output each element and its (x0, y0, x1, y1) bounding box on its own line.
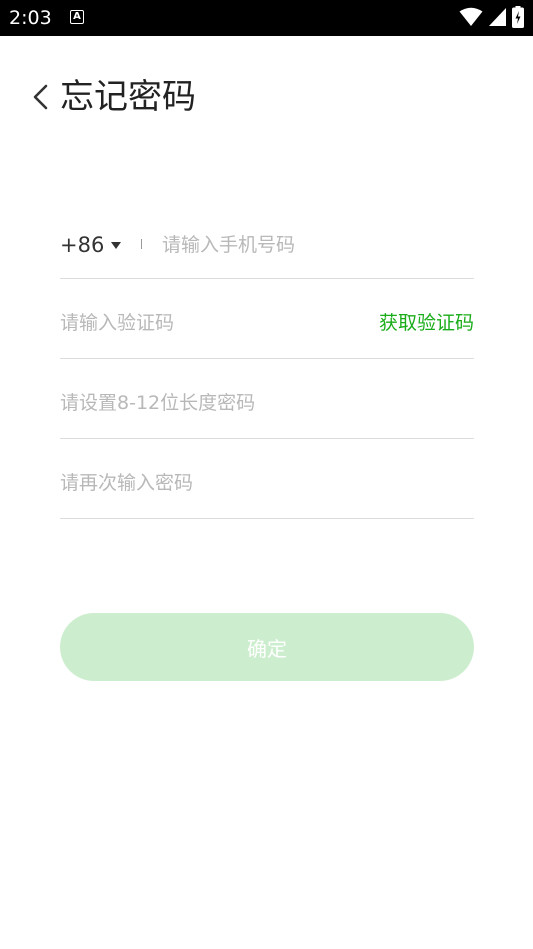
status-bar: 2:03 A (0, 0, 533, 36)
forgot-password-form: +86 获取验证码 (60, 200, 474, 519)
confirm-button[interactable]: 确定 (60, 613, 474, 681)
confirm-password-row (60, 439, 474, 519)
page-title: 忘记密码 (60, 77, 196, 117)
country-code-selector[interactable]: +86 (60, 232, 122, 258)
confirm-password-input[interactable] (60, 465, 360, 501)
status-time: 2:03 (9, 7, 52, 29)
phone-input[interactable] (162, 227, 462, 263)
verification-code-input[interactable] (60, 305, 360, 341)
cell-signal-icon (489, 8, 506, 26)
header: 忘记密码 (0, 70, 533, 124)
chevron-left-icon[interactable] (30, 80, 52, 114)
password-input[interactable] (60, 385, 360, 421)
get-code-button[interactable]: 获取验证码 (379, 309, 474, 337)
battery-charging-icon (512, 6, 524, 28)
country-code-label: +86 (60, 233, 105, 257)
code-row: 获取验证码 (60, 279, 474, 359)
wifi-icon (459, 7, 483, 26)
phone-row: +86 (60, 200, 474, 279)
status-icons (459, 6, 524, 28)
notification-a-icon: A (70, 10, 84, 24)
vertical-divider-icon (141, 239, 142, 249)
password-row (60, 359, 474, 439)
caret-down-icon (111, 241, 122, 249)
